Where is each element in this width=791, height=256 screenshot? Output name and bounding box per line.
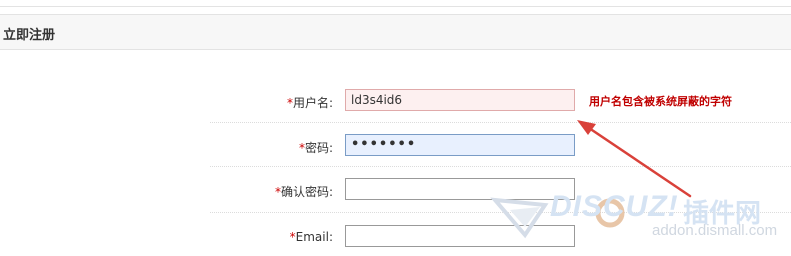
watermark-brand: DISCUZ!	[550, 190, 679, 223]
watermark-url: addon.dismall.com	[652, 222, 778, 239]
